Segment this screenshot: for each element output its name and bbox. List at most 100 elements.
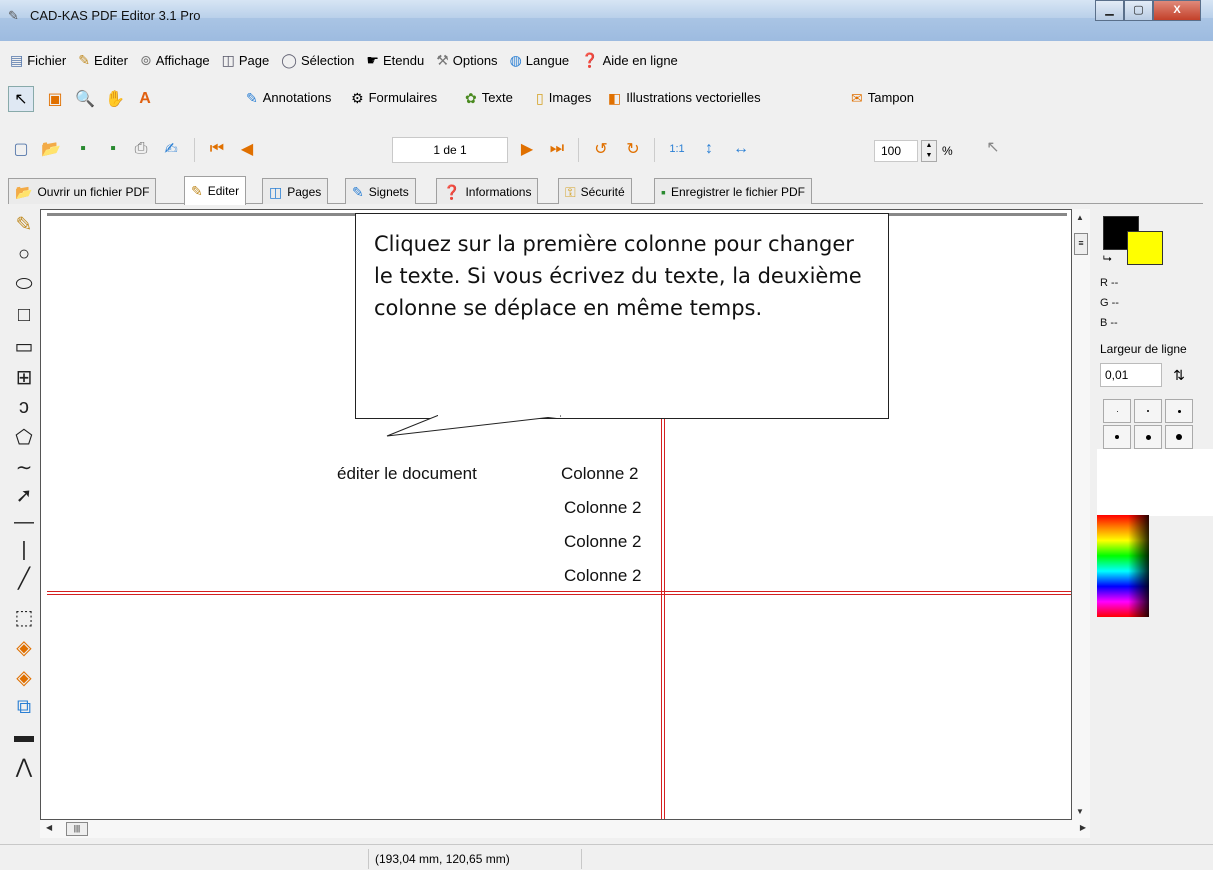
dot-size-4-button[interactable]: [1103, 425, 1131, 449]
tab-enregistrer[interactable]: ▪ Enregistrer le fichier PDF: [654, 178, 813, 204]
fit-width-button[interactable]: ↔: [728, 136, 754, 162]
document-canvas[interactable]: éditer le document Colonne 2 Colonne 2 C…: [40, 209, 1072, 820]
menu-selection[interactable]: ◯ Sélection: [279, 53, 356, 68]
menu-page[interactable]: ◫ Page: [220, 53, 272, 68]
save-as-button[interactable]: ▪: [100, 136, 126, 162]
scroll-down-icon[interactable]: ▼: [1076, 807, 1084, 816]
menu-aide[interactable]: ❓ Aide en ligne: [579, 53, 680, 68]
brush-tool[interactable]: ✎: [8, 210, 40, 238]
scroll-up-icon[interactable]: ▲: [1076, 213, 1084, 222]
dot-size-5-button[interactable]: [1134, 425, 1162, 449]
arc-tool[interactable]: ↄ: [8, 393, 40, 421]
new-document-button[interactable]: ▢: [8, 136, 34, 162]
menu-fichier[interactable]: ▤ Fichier: [8, 53, 68, 68]
print-button[interactable]: ⎙: [128, 136, 154, 162]
scroll-right-icon[interactable]: ▶: [1080, 823, 1086, 832]
column1-text[interactable]: éditer le document: [337, 464, 477, 484]
fill-tool[interactable]: ◈: [8, 633, 40, 661]
square-tool[interactable]: □: [8, 301, 40, 329]
thick-line-tool[interactable]: ▬: [8, 722, 40, 750]
book-icon: ◫: [221, 52, 235, 68]
annotations-button[interactable]: ✎ Annotations: [246, 90, 331, 105]
horizontal-line-tool[interactable]: —: [8, 508, 40, 536]
ellipse-tool[interactable]: ⬭: [8, 270, 40, 298]
save-button[interactable]: ▪: [70, 136, 96, 162]
dot-size-3-button[interactable]: [1165, 399, 1193, 423]
menu-langue[interactable]: ◍ Langue: [508, 53, 572, 68]
row-guide-horizontal[interactable]: [47, 591, 1071, 595]
zoom-spinner[interactable]: ▲ ▼: [921, 140, 937, 162]
page-indicator-field[interactable]: 1 de 1: [392, 137, 508, 163]
scroll-left-icon[interactable]: ◀: [46, 823, 52, 832]
red-value: R --: [1100, 277, 1119, 289]
menu-editer[interactable]: ✎ Editer: [76, 53, 130, 68]
illustrations-vectorielles-button[interactable]: ◧ Illustrations vectorielles: [608, 90, 761, 105]
circle-tool[interactable]: ○: [8, 240, 40, 268]
texte-button[interactable]: ✿ Texte: [465, 90, 513, 105]
zoom-tool-button[interactable]: 🔍: [72, 86, 98, 112]
minimize-button[interactable]: ▁: [1095, 0, 1124, 21]
column2-text-row[interactable]: Colonne 2: [561, 464, 639, 484]
menu-options[interactable]: ⚒ Options: [434, 53, 499, 68]
tampon-button[interactable]: ✉ Tampon: [851, 90, 914, 105]
color-spectrum-picker[interactable]: [1097, 515, 1149, 617]
frame-tool-button[interactable]: ▣: [42, 86, 68, 112]
first-page-button[interactable]: ⏮: [204, 136, 230, 162]
rotate-left-button[interactable]: ↺: [588, 136, 614, 162]
maximize-button[interactable]: ▢: [1124, 0, 1153, 21]
diagonal-line-tool[interactable]: ╱: [8, 564, 40, 592]
open-button[interactable]: 📂: [38, 136, 64, 162]
tab-editer[interactable]: ✎ Editer: [184, 176, 247, 205]
pen-icon: ✎: [191, 183, 203, 199]
menu-affichage[interactable]: ⊚ Affichage: [138, 53, 212, 68]
selection-fill-tool[interactable]: ◈: [8, 663, 40, 691]
mountain-tool[interactable]: ⋀: [8, 752, 40, 780]
formulaires-button[interactable]: ⚙ Formulaires: [351, 90, 437, 105]
arrow-tool[interactable]: ➚: [8, 481, 40, 509]
text-tool-button[interactable]: A: [132, 86, 158, 112]
tab-signets[interactable]: ✎ Signets: [345, 178, 416, 204]
vertical-scrollbar[interactable]: ▲ ≡ ▼: [1072, 209, 1090, 820]
tab-securite[interactable]: ⚿ Sécurité: [558, 178, 632, 204]
tab-ouvrir[interactable]: 📂 Ouvrir un fichier PDF: [8, 178, 157, 204]
dot-size-2-button[interactable]: [1134, 399, 1162, 423]
close-button[interactable]: X: [1153, 0, 1201, 21]
vertical-line-tool[interactable]: |: [8, 536, 40, 564]
tab-informations[interactable]: ❓ Informations: [436, 178, 539, 204]
fit-width-icon: ↔: [733, 140, 749, 157]
actual-size-button[interactable]: 1:1: [664, 136, 690, 162]
column2-text-row[interactable]: Colonne 2: [564, 498, 642, 518]
fit-height-button[interactable]: ↕: [696, 136, 722, 162]
rotate-right-button[interactable]: ↻: [620, 136, 646, 162]
background-color-swatch[interactable]: [1127, 231, 1163, 265]
selection-rect-tool[interactable]: ⬚: [8, 603, 40, 631]
crop-tool[interactable]: ⧉: [8, 693, 40, 721]
column2-text-row[interactable]: Colonne 2: [564, 532, 642, 552]
previous-page-button[interactable]: ◀: [234, 136, 260, 162]
horizontal-scroll-thumb[interactable]: |||: [66, 822, 88, 836]
vertical-scroll-thumb[interactable]: ≡: [1074, 233, 1088, 255]
zoom-input[interactable]: 100: [874, 140, 918, 162]
dot-size-6-button[interactable]: [1165, 425, 1193, 449]
images-button[interactable]: ▯ Images: [536, 90, 591, 105]
tab-pages[interactable]: ◫ Pages: [262, 178, 329, 204]
curve-tool[interactable]: ∼: [8, 453, 40, 481]
select-tool-button[interactable]: ↖: [8, 86, 34, 112]
swap-colors-icon[interactable]: ⮡: [1103, 253, 1112, 266]
polygon-tool[interactable]: ⬠: [8, 423, 40, 451]
sign-button[interactable]: ✍: [158, 136, 184, 162]
horizontal-scrollbar[interactable]: ◀ ||| ▶: [40, 820, 1090, 838]
last-page-button[interactable]: ⏭: [544, 136, 570, 162]
line-width-stepper[interactable]: ⇅: [1165, 363, 1193, 387]
column2-text-row[interactable]: Colonne 2: [564, 566, 642, 586]
dot-size-1-button[interactable]: [1103, 399, 1131, 423]
table-tool[interactable]: ⊞: [8, 363, 40, 391]
menu-etendu[interactable]: ☛ Etendu: [364, 53, 426, 68]
cursor-coordinates: (193,04 mm, 120,65 mm): [368, 849, 582, 869]
line-width-input[interactable]: 0,01: [1100, 363, 1162, 387]
next-page-button[interactable]: ▶: [514, 136, 540, 162]
rectangle-tool[interactable]: ▭: [8, 332, 40, 360]
fit-height-icon: ↕: [705, 140, 713, 157]
pointer-button[interactable]: ↖: [980, 134, 1006, 160]
hand-tool-button[interactable]: ✋: [102, 86, 128, 112]
